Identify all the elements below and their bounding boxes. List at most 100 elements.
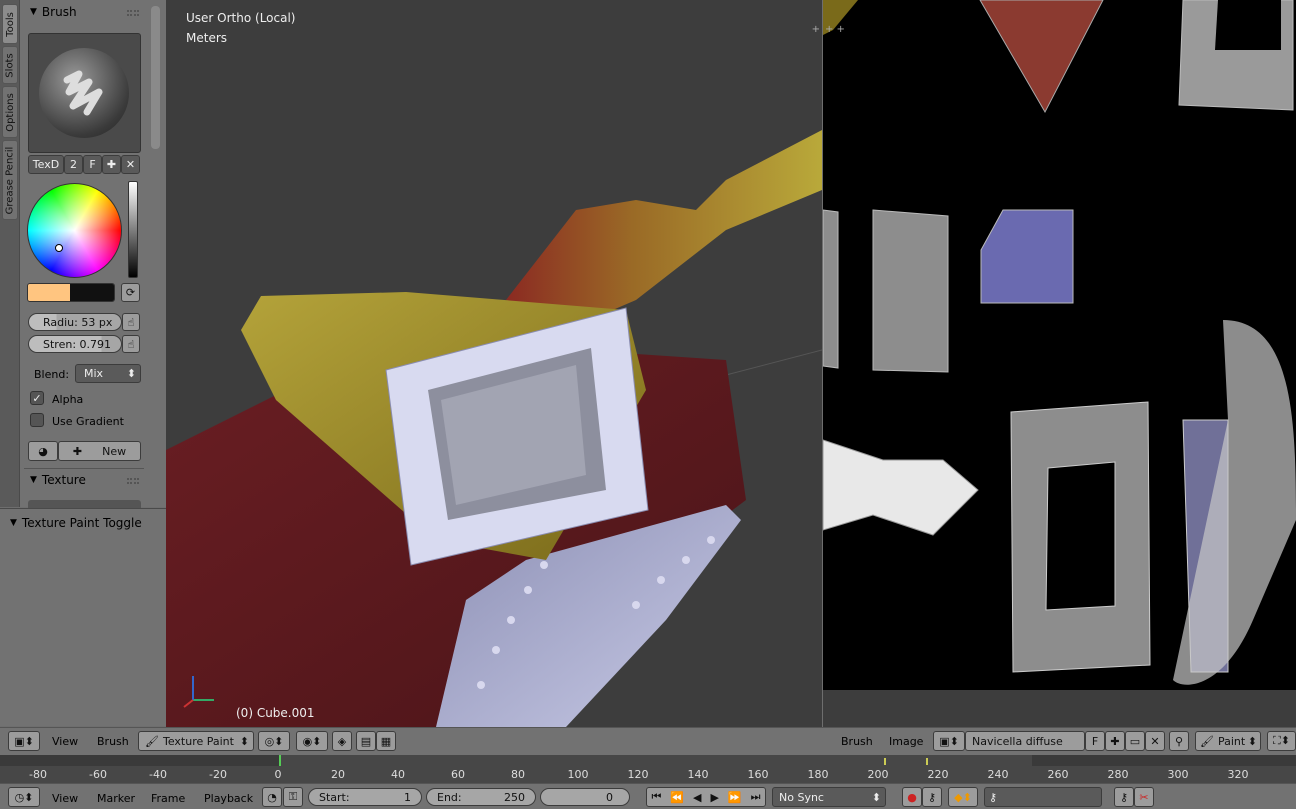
strength-field[interactable]: Stren: 0.791: [28, 335, 122, 353]
uv-mode-dropdown[interactable]: 🖌 Paint ⬍: [1195, 731, 1261, 751]
open-image-icon[interactable]: ▭: [1125, 731, 1145, 751]
pivot-icon[interactable]: ◉⬍: [296, 731, 328, 751]
timeline-header: ◷⬍ View Marker Frame Playback ◔ ⚿ Start:…: [0, 783, 1296, 809]
shading-icon[interactable]: ◎⬍: [258, 731, 290, 751]
use-gradient-checkbox[interactable]: [30, 413, 44, 427]
3d-scene[interactable]: [166, 0, 822, 727]
palette-icon[interactable]: ◕: [28, 441, 58, 461]
brush-name-field[interactable]: TexD: [28, 155, 64, 174]
drag-grip-icon[interactable]: [127, 478, 139, 484]
new-palette-button[interactable]: ✚ New: [58, 441, 141, 461]
close-icon[interactable]: ✕: [121, 155, 140, 174]
timeline-tick-label: 220: [927, 768, 949, 781]
next-key-icon[interactable]: ⏩: [728, 791, 742, 804]
blend-dropdown[interactable]: Mix ⬍: [75, 364, 141, 383]
brush-preview[interactable]: [28, 33, 141, 153]
close-icon[interactable]: ✕: [1145, 731, 1165, 751]
pressure-strength-icon[interactable]: ☝: [122, 335, 140, 353]
start-value: 1: [404, 790, 411, 804]
editor-type-icon[interactable]: ◷⬍: [8, 787, 40, 807]
menu-view[interactable]: View: [52, 792, 78, 805]
current-frame-field[interactable]: 0: [540, 788, 630, 806]
fake-user-button[interactable]: F: [83, 155, 102, 174]
preview-range-icon[interactable]: ◔: [262, 787, 282, 807]
new-image-icon[interactable]: ✚: [1105, 731, 1125, 751]
alpha-checkbox[interactable]: ✓: [30, 391, 44, 405]
playback-controls[interactable]: ⏮ ⏪ ◀ ▶ ⏩ ⏭: [646, 787, 766, 807]
start-frame-field[interactable]: Start: 1: [308, 788, 422, 806]
color-wheel[interactable]: [27, 183, 122, 278]
fake-user-button[interactable]: F: [1085, 731, 1105, 751]
area-split-icon[interactable]: + +: [825, 24, 845, 35]
image-name-field[interactable]: Navicella diffuse: [965, 731, 1085, 751]
color-picker-cursor[interactable]: [55, 244, 63, 252]
area-split-icon[interactable]: +: [812, 24, 820, 35]
color-swatches[interactable]: [27, 283, 115, 302]
add-icon: ✚: [72, 444, 83, 458]
menu-playback[interactable]: Playback: [204, 792, 253, 805]
brush-users-count[interactable]: 2: [64, 155, 83, 174]
drag-grip-icon[interactable]: [127, 10, 139, 16]
new-label: New: [102, 444, 127, 458]
timeline-tick-label: 200: [867, 768, 889, 781]
brush-panel-header[interactable]: ▼ Brush: [30, 5, 77, 19]
play-reverse-icon[interactable]: ◀: [693, 791, 701, 804]
radius-field[interactable]: Radiu: 53 px: [28, 313, 122, 331]
tab-options[interactable]: Options: [2, 86, 18, 138]
view-display-icon[interactable]: ⛶⬍: [1267, 731, 1296, 751]
insert-keyframe-icon[interactable]: ⚷: [1114, 787, 1134, 807]
timeline-tick-label: 80: [511, 768, 525, 781]
render-icon[interactable]: ▤: [356, 731, 376, 751]
texture-paint-toggle-header[interactable]: ▼ Texture Paint Toggle: [10, 516, 142, 530]
sync-dropdown[interactable]: No Sync ⬍: [772, 787, 886, 807]
menu-image[interactable]: Image: [889, 735, 923, 748]
timeline-frame-range: [280, 755, 1032, 766]
delete-keyframe-icon[interactable]: ✂: [1134, 787, 1154, 807]
pin-icon[interactable]: ⚲: [1169, 731, 1189, 751]
secondary-color[interactable]: [70, 284, 114, 301]
add-brush-icon[interactable]: ✚: [102, 155, 121, 174]
texture-panel-header[interactable]: ▼ Texture: [30, 473, 86, 487]
keyframe-type-icon[interactable]: ◆⬍: [948, 787, 978, 807]
uv-image-editor[interactable]: + +: [823, 0, 1296, 690]
menu-view[interactable]: View: [52, 735, 78, 748]
menu-brush[interactable]: Brush: [841, 735, 873, 748]
editor-type-icon[interactable]: ▣⬍: [8, 731, 40, 751]
value-slider[interactable]: [128, 181, 138, 278]
timeline-tick-label: 40: [391, 768, 405, 781]
menu-brush[interactable]: Brush: [97, 735, 129, 748]
timeline[interactable]: -80 -60 -40 -20 0 20 40 60 80 100 120 140 160 180 200 2…: [0, 755, 1296, 783]
mode-dropdown[interactable]: 🖌 Texture Paint ⬍: [138, 731, 254, 751]
prev-key-icon[interactable]: ⏪: [670, 791, 684, 804]
uv-canvas[interactable]: [823, 0, 1296, 690]
menu-frame[interactable]: Frame: [151, 792, 185, 805]
timeline-tick-label: -20: [209, 768, 227, 781]
timeline-tick-label: -80: [29, 768, 47, 781]
tab-slots[interactable]: Slots: [2, 46, 18, 84]
tab-grease-pencil[interactable]: Grease Pencil: [2, 140, 18, 220]
jump-end-icon[interactable]: ⏭: [751, 790, 761, 804]
current-frame-marker[interactable]: [279, 755, 281, 766]
image-browse-icon[interactable]: ▣⬍: [933, 731, 965, 751]
3d-viewport[interactable]: User Ortho (Local) Meters (0) Cube.001 +: [166, 0, 822, 727]
pressure-radius-icon[interactable]: ☝: [122, 313, 140, 331]
sync-label: No Sync: [779, 790, 824, 804]
panel-scrollbar[interactable]: [151, 6, 160, 149]
lock-icon[interactable]: ⚿: [283, 787, 303, 807]
start-label: Start:: [319, 790, 350, 804]
primary-color[interactable]: [28, 284, 70, 301]
uv-header: Brush Image ▣⬍ Navicella diffuse F ✚ ▭ ✕…: [823, 727, 1296, 755]
render-anim-icon[interactable]: ▦: [376, 731, 396, 751]
record-icon[interactable]: ●: [902, 787, 922, 807]
object-icon[interactable]: ◈: [332, 731, 352, 751]
end-frame-field[interactable]: End: 250: [426, 788, 536, 806]
tab-tools[interactable]: Tools: [2, 4, 18, 44]
jump-start-icon[interactable]: ⏮: [651, 790, 661, 804]
keying-set-field[interactable]: ⚷: [984, 787, 1102, 807]
timeline-tick-label: 180: [807, 768, 829, 781]
play-icon[interactable]: ▶: [710, 791, 718, 804]
swap-colors-icon[interactable]: ⟳: [121, 283, 140, 302]
texture-slot[interactable]: [28, 500, 141, 508]
menu-marker[interactable]: Marker: [97, 792, 135, 805]
keying-icon[interactable]: ⚷: [922, 787, 942, 807]
